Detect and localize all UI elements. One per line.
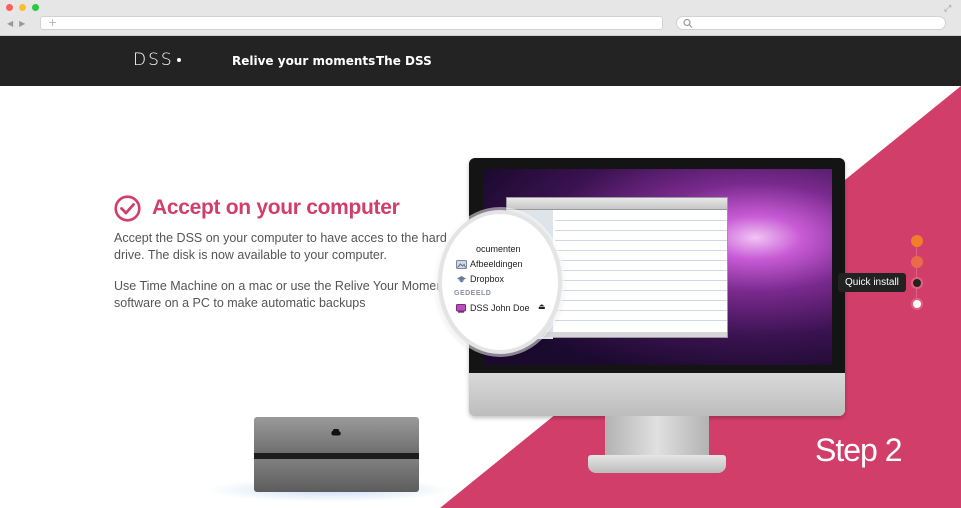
step-tooltip: Quick install	[838, 273, 906, 292]
monitor-stand-base	[588, 455, 726, 473]
new-tab-button[interactable]: +	[48, 16, 57, 30]
check-circle-icon	[114, 194, 141, 222]
history-navigation: ◀ ▶	[7, 16, 37, 30]
url-bar[interactable]	[40, 16, 663, 30]
finder-file-row	[555, 220, 727, 221]
finder-file-row	[555, 250, 727, 251]
stepper-track	[916, 241, 917, 304]
step-dot-4[interactable]	[911, 298, 923, 310]
monitor-chin	[469, 373, 845, 416]
finder-file-row	[555, 300, 727, 301]
window-minimize-button[interactable]	[19, 4, 26, 11]
finder-titlebar	[507, 198, 727, 210]
search-icon	[683, 18, 693, 28]
step-description: Accept the DSS on your computer to have …	[114, 231, 447, 262]
window-maximize-button[interactable]	[32, 4, 39, 11]
step-heading-row: Accept on your computer	[114, 194, 400, 222]
forward-icon[interactable]: ▶	[19, 19, 25, 28]
fullscreen-icon[interactable]: ⤢	[944, 4, 951, 14]
finder-file-row	[555, 260, 727, 261]
finder-file-row	[555, 270, 727, 271]
step-dot-1[interactable]	[911, 235, 923, 247]
sidebar-section-gedeeld: GEDEELD	[454, 290, 492, 297]
step-dot-3[interactable]	[911, 277, 923, 289]
dss-device-bottom	[254, 459, 419, 492]
finder-file-row	[555, 230, 727, 231]
logo-text: DSS	[133, 50, 174, 70]
dropbox-icon	[457, 276, 466, 283]
nav-link-relive-your-moments[interactable]: Relive your moments	[232, 53, 375, 69]
browser-search-input[interactable]	[676, 16, 946, 30]
shared-drive-icon	[456, 304, 466, 313]
sidebar-item-dss-john-doe: DSS John Doe	[470, 303, 530, 313]
sidebar-item-documenten: ocumenten	[476, 244, 521, 254]
logo-dot	[176, 58, 181, 62]
step-backup-note: Use Time Machine on a mac or use the Rel…	[114, 279, 454, 310]
sidebar-item-afbeeldingen: Afbeeldingen	[470, 259, 523, 269]
step-dot-2[interactable]	[911, 256, 923, 268]
sidebar-magnifier: ocumenten Afbeeldingen Dropbox GEDEELD D…	[438, 210, 562, 354]
cloud-icon	[331, 429, 341, 436]
finder-file-row	[555, 310, 727, 311]
sidebar-item-dropbox: Dropbox	[470, 274, 505, 284]
monitor-stand	[605, 416, 709, 460]
finder-file-row	[555, 240, 727, 241]
eject-icon: ⏏	[538, 302, 546, 311]
pictures-icon	[456, 260, 467, 269]
step-heading: Accept on your computer	[152, 196, 400, 219]
dss-logo[interactable]: DSS	[133, 50, 181, 70]
step-label: Step 2	[815, 432, 903, 468]
finder-file-row	[555, 280, 727, 281]
finder-file-row	[555, 320, 727, 321]
back-icon[interactable]: ◀	[7, 19, 13, 28]
nav-link-the-dss[interactable]: The DSS	[376, 53, 432, 69]
finder-file-row	[555, 290, 727, 291]
window-close-button[interactable]	[6, 4, 13, 11]
